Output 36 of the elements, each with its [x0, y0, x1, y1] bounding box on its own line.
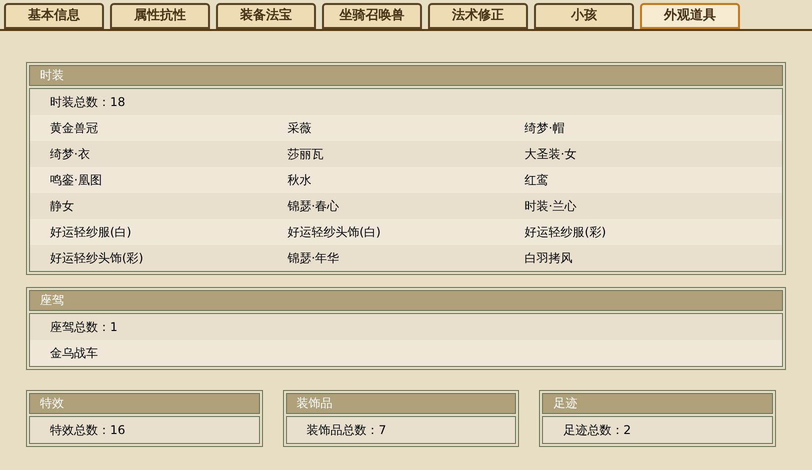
item-label: 锦瑟·春心: [287, 198, 340, 215]
item-label: 静女: [50, 198, 75, 215]
item-label: 好运轻纱服(彩): [524, 224, 608, 241]
tab[interactable]: 法术修正: [428, 3, 528, 29]
panel-header: 时装: [29, 65, 783, 86]
item-label: 锦瑟·年华: [287, 250, 340, 267]
item-label: 黄金兽冠: [50, 120, 99, 137]
count-label: 足迹总数：2: [563, 422, 631, 439]
item-label: 好运轻纱头饰(白): [287, 224, 382, 241]
item-label: 红鸾: [524, 172, 550, 189]
tab[interactable]: 外观道具: [640, 3, 740, 29]
item-label: 秋水: [287, 172, 312, 189]
tab[interactable]: 坐骑召唤兽: [322, 3, 422, 29]
count-label: 座驾总数：1: [50, 319, 118, 336]
item-label: 绮梦·帽: [524, 120, 566, 137]
item-label: 金乌战车: [50, 345, 99, 362]
item-label: 时装·兰心: [524, 198, 578, 215]
item-label: 好运轻纱服(白): [50, 224, 132, 241]
count-label: 装饰品总数：7: [306, 422, 386, 439]
item-label: 大圣装·女: [524, 146, 578, 163]
count-label: 时装总数：18: [50, 94, 126, 111]
item-label: 鸣銮·凰图: [50, 172, 103, 189]
item-label: 莎丽瓦: [287, 146, 324, 163]
tab[interactable]: 小孩: [534, 3, 634, 29]
panel-header: 座驾: [29, 290, 783, 311]
panel-header: 装饰品: [286, 393, 516, 414]
panel-header: 特效: [29, 393, 260, 414]
count-label: 特效总数：16: [50, 422, 126, 439]
panel-header: 足迹: [542, 393, 773, 414]
item-label: 采薇: [287, 120, 312, 137]
item-label: 白羽拷风: [524, 250, 574, 267]
item-label: 绮梦·衣: [50, 146, 91, 163]
item-label: 好运轻纱头饰(彩): [50, 250, 144, 267]
tab[interactable]: 基本信息: [4, 3, 104, 29]
tab[interactable]: 属性抗性: [110, 3, 210, 29]
tab[interactable]: 装备法宝: [216, 3, 316, 29]
